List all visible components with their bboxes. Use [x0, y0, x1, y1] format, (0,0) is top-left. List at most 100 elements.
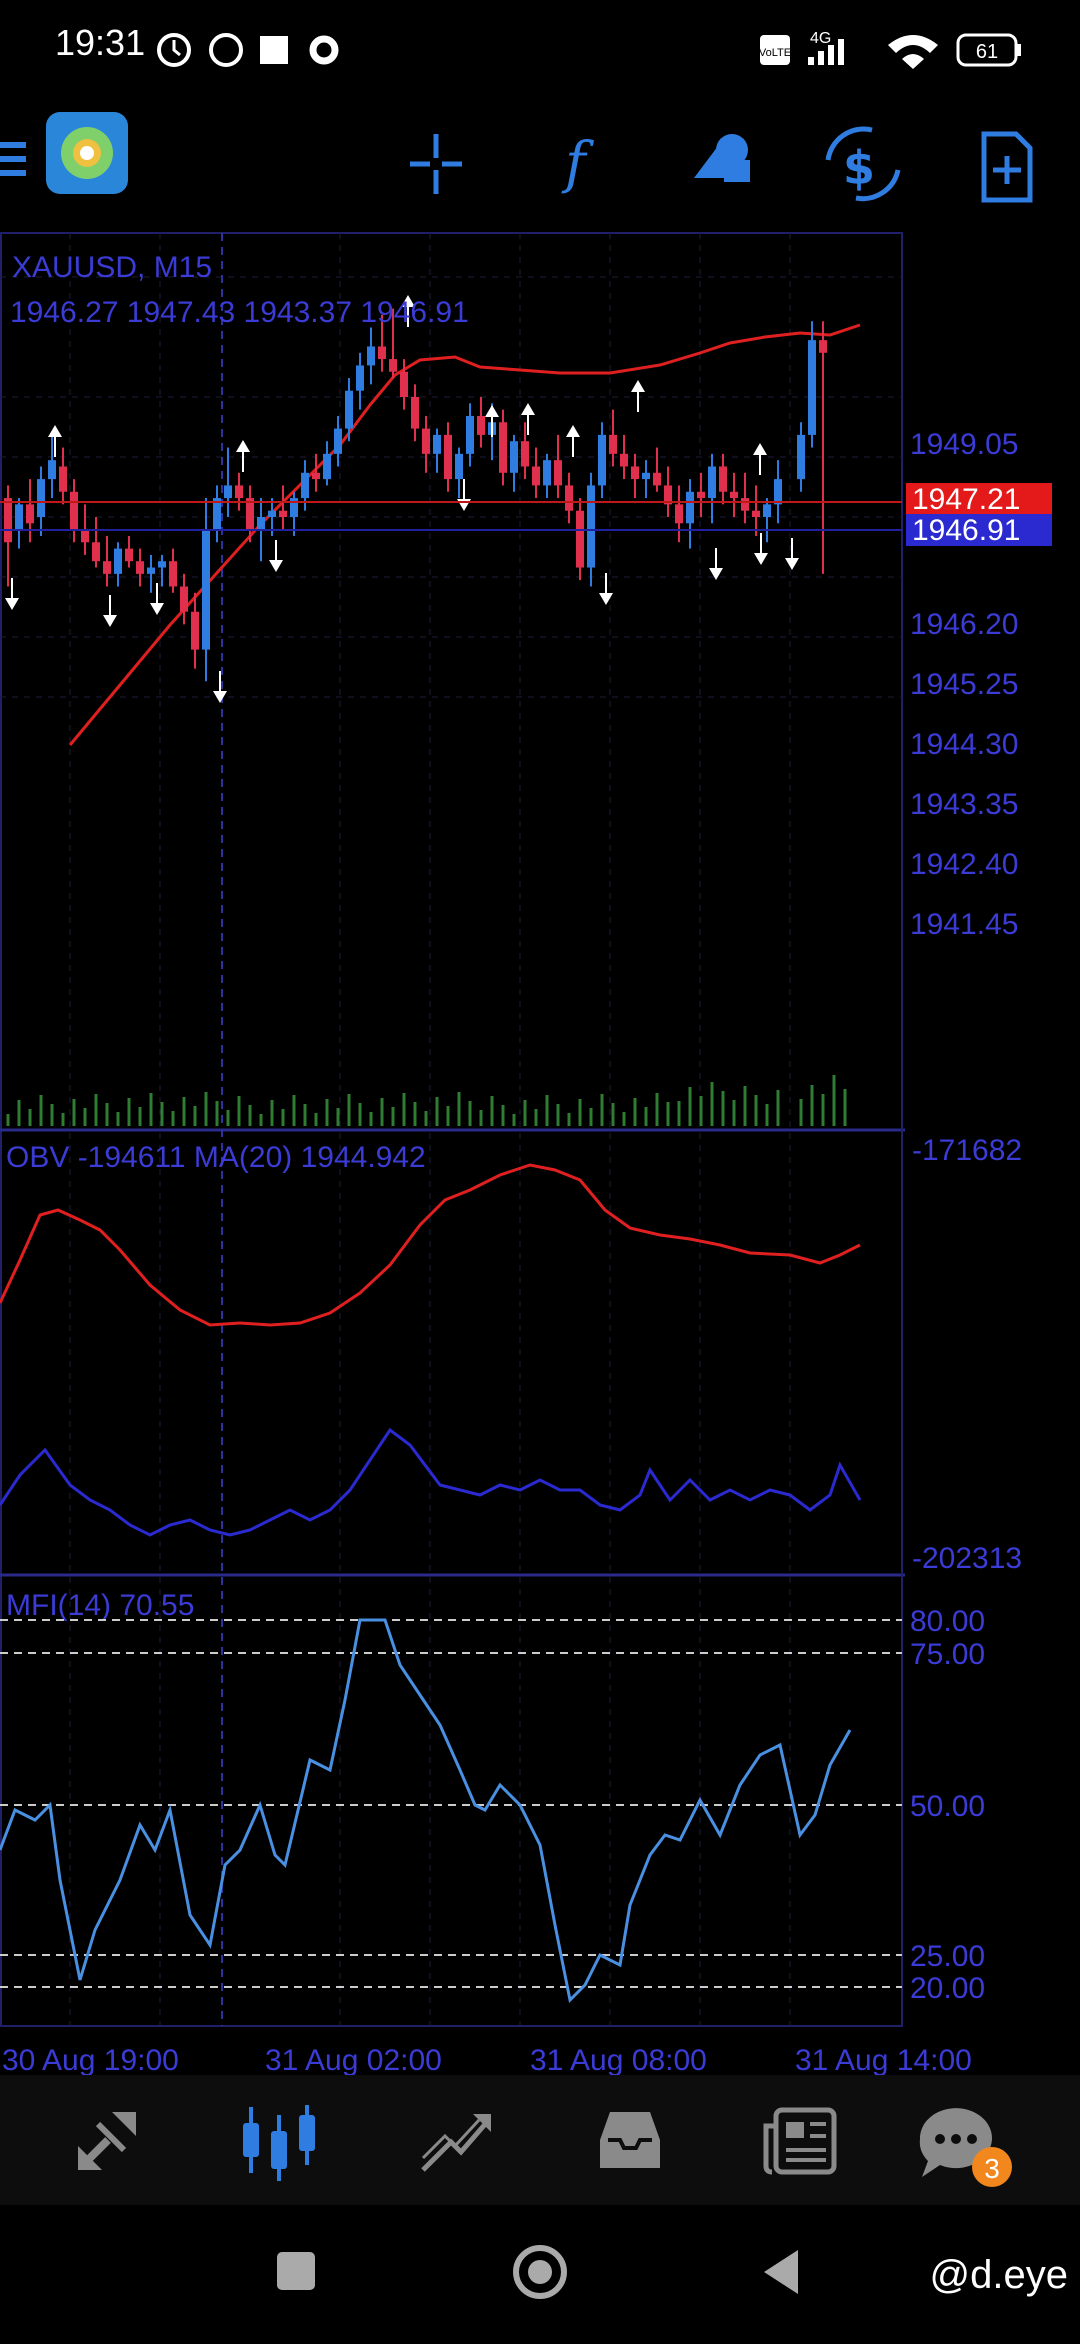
candle-body	[15, 504, 23, 530]
candle-body	[631, 466, 639, 480]
fractal-down-arrow-head	[754, 553, 768, 565]
nav-history[interactable]	[560, 2075, 700, 2205]
fractal-down-arrow-head	[269, 560, 283, 572]
svg-text:3: 3	[984, 2153, 1000, 2184]
fractal-down-arrow-head	[150, 603, 164, 615]
candle-body	[774, 479, 782, 505]
price-tick: 1942.40	[910, 848, 1018, 881]
ohlc-values: 1946.27 1947.43 1943.37 1946.91	[10, 296, 469, 329]
candle-body	[455, 453, 463, 480]
fractal-down-arrow-head	[457, 499, 471, 511]
fractal-up-arrow-head	[566, 425, 580, 437]
candle-body	[532, 466, 540, 486]
candle-body	[730, 491, 738, 499]
candle-body	[356, 365, 364, 391]
chart-area[interactable]: XAUUSD, M15 1946.27 1947.43 1943.37 1946…	[0, 225, 1080, 2075]
obv-bottom-value: -202313	[912, 1542, 1022, 1575]
candle-body	[609, 434, 617, 454]
mfi-line	[0, 1618, 852, 2004]
candle-body	[191, 611, 199, 650]
fractal-up-arrow-head	[631, 380, 645, 392]
candle-body	[323, 453, 331, 480]
mfi-level-label: 25.00	[910, 1940, 985, 1973]
back-button[interactable]	[764, 2250, 798, 2294]
history-icon	[600, 2112, 660, 2168]
candle-body	[367, 346, 375, 366]
battery-level: 61	[976, 41, 998, 63]
crosshair-icon[interactable]	[410, 134, 462, 194]
candle-body	[345, 390, 353, 429]
status-icons-left	[157, 33, 339, 67]
candle-body	[81, 529, 89, 543]
function-icon[interactable]: f	[561, 131, 595, 196]
candle-body	[290, 498, 298, 518]
candle-body	[400, 371, 408, 397]
recents-button[interactable]	[277, 2252, 315, 2290]
candle-body	[565, 485, 573, 511]
settings-gear-icon	[309, 35, 339, 65]
candle-body	[301, 472, 309, 499]
nav-quotes[interactable]	[38, 2075, 178, 2205]
candle-body	[202, 529, 210, 650]
nav-news[interactable]	[730, 2075, 870, 2205]
chart-toolbar: f $	[0, 100, 1080, 220]
candle-body	[312, 472, 320, 480]
fractal-up-arrow-head	[236, 440, 250, 452]
candle-body	[499, 422, 507, 473]
candle-body	[576, 510, 584, 568]
messages-icon: 3	[919, 2108, 1012, 2187]
svg-text:$: $	[843, 141, 875, 195]
candle-body	[224, 485, 232, 499]
candle-body	[92, 542, 100, 562]
timeframe-icon[interactable]: $	[825, 126, 901, 202]
price-tick: 1943.35	[910, 788, 1018, 821]
nav-chart[interactable]	[210, 2075, 350, 2205]
price-tick: 1945.25	[910, 668, 1018, 701]
candle-body	[103, 561, 111, 574]
fractal-up-arrow-head	[48, 425, 62, 437]
candle-body	[808, 340, 816, 435]
symbol-label: XAUUSD, M15	[12, 251, 212, 284]
bid-price-label: 1947.21	[912, 483, 1020, 516]
candle-body	[4, 498, 12, 543]
status-bar: 19:31 VoLTE 4G 61	[0, 0, 1080, 100]
candle-body	[697, 491, 705, 499]
fractal-up-arrow-head	[753, 443, 767, 455]
candle-body	[719, 466, 727, 492]
candle-body	[389, 359, 397, 372]
candle-body	[147, 567, 155, 574]
mfi-label: MFI(14) 70.55	[6, 1589, 194, 1622]
candle-body	[675, 504, 683, 524]
nav-trade[interactable]	[385, 2075, 525, 2205]
fractal-down-arrow-head	[5, 598, 19, 610]
moving-average-line	[68, 323, 861, 746]
chart-icon	[243, 2105, 315, 2181]
candle-body	[114, 548, 122, 574]
candle-body	[620, 453, 628, 467]
trade-icon	[421, 2114, 491, 2172]
app-logo[interactable]	[46, 112, 128, 194]
news-icon	[763, 2107, 837, 2175]
candle-body	[180, 586, 188, 612]
svg-text:VoLTE: VoLTE	[759, 47, 791, 59]
candle-body	[235, 485, 243, 499]
objects-icon[interactable]	[694, 134, 750, 182]
time-tick: 31 Aug 14:00	[795, 2044, 972, 2075]
quotes-icon	[78, 2112, 136, 2170]
system-navigation-bar	[0, 2205, 1080, 2340]
time-axis: 30 Aug 19:00 31 Aug 02:00 31 Aug 08:00 31 A…	[2, 2044, 972, 2075]
nav-messages[interactable]: 3	[890, 2075, 1030, 2205]
candle-body	[554, 460, 562, 486]
candle-body	[444, 434, 452, 480]
candle-body	[125, 548, 133, 562]
menu-icon[interactable]	[0, 142, 26, 176]
candle-body	[257, 517, 265, 530]
new-order-icon[interactable]	[981, 131, 1033, 203]
status-icons-right: VoLTE 4G 61	[759, 30, 1021, 69]
candle-body	[279, 510, 287, 518]
candle-body	[819, 340, 827, 353]
time-tick: 31 Aug 08:00	[530, 2044, 707, 2075]
candle-body	[752, 510, 760, 518]
candle-body	[510, 441, 518, 473]
candle-body	[37, 479, 45, 518]
